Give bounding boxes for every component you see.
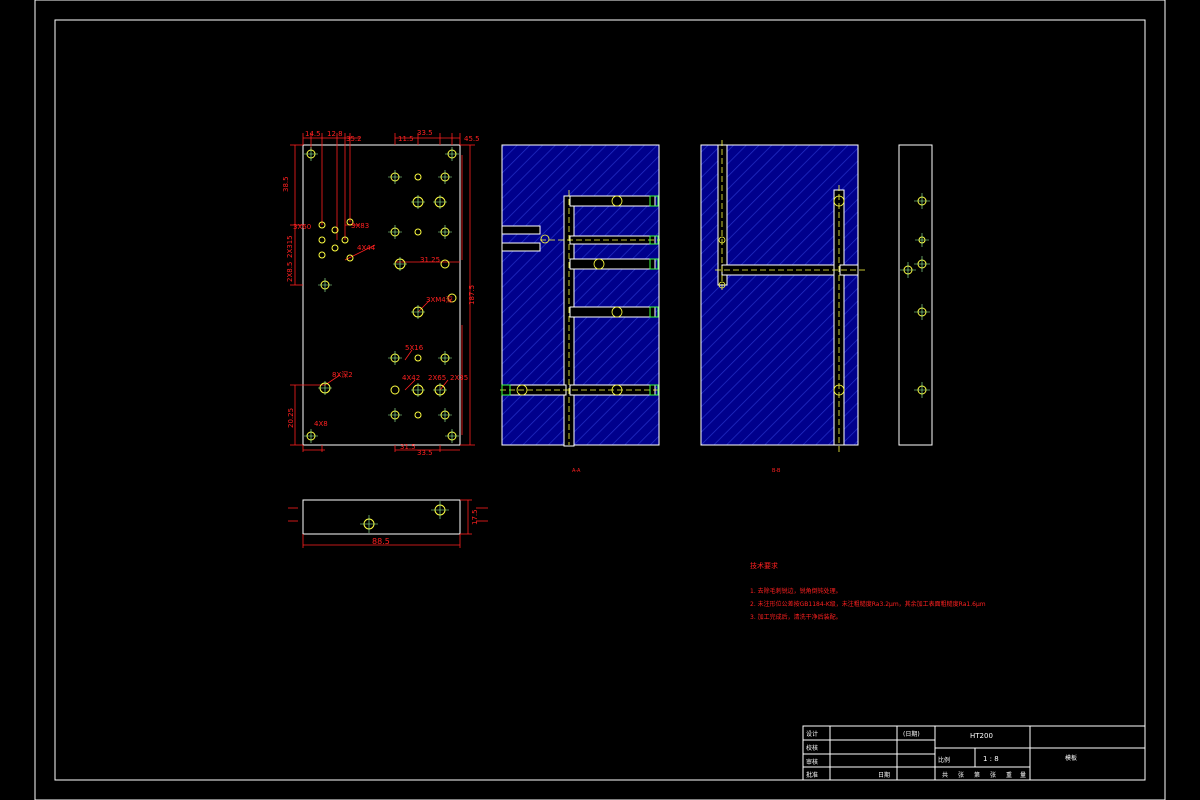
front-view-holes <box>306 149 457 441</box>
technical-notes: 技术要求 1. 去除毛刺锐边，锐角倒钝处理。 2. 未注形位公差按GB1184-… <box>750 561 986 621</box>
front-view-outline <box>302 144 461 446</box>
dim-text-12: 4X44 <box>357 244 376 252</box>
dim-text-1: 14.5 <box>305 130 321 138</box>
dim-text-5: 11.5 <box>398 135 414 143</box>
bottom-side-view: 88.5 17.5 <box>288 499 488 548</box>
tb-part-name: 模板 <box>1065 754 1077 762</box>
section-view-b: B-B <box>700 140 865 474</box>
dim-text-21: 20.25 <box>287 408 295 428</box>
title-block: 设计 校核 审核 批准 (日期) 日期 HT200 比例 1 : 8 模板 共 … <box>802 725 1146 781</box>
dim-text-6: 45.5 <box>464 135 480 143</box>
section-view-a: A-A <box>500 144 660 474</box>
tb-scale-label: 比例 <box>938 756 950 764</box>
dim-text-11: 3X83 <box>351 222 369 230</box>
notes-heading: 技术要求 <box>750 561 778 570</box>
dim-text-18: 4X42 <box>402 374 420 382</box>
front-view-dimension-texts: 14.5 12.8 35.2 33.5 11.5 45.5 38.5 3X60 … <box>282 129 480 457</box>
tb-bottom-3: 第 <box>974 771 980 779</box>
section-a-label: A-A <box>572 468 581 474</box>
section-b-label: B-B <box>772 468 781 474</box>
tb-reviewer-label: 审核 <box>806 758 818 766</box>
cad-drawing-canvas: 14.5 12.8 35.2 33.5 11.5 45.5 38.5 3X60 … <box>34 0 1166 800</box>
tb-date-label-2: 日期 <box>878 771 890 779</box>
dim-text-22: 4X8 <box>314 420 328 428</box>
dim-text-9: 2X315 <box>286 235 294 258</box>
dim-text-2: 12.8 <box>327 130 343 138</box>
notes-line-3: 3. 加工完成后，清洗干净后装配。 <box>750 613 842 621</box>
dim-text-14: 187.5 <box>468 285 476 305</box>
tb-designer-label: 设计 <box>806 730 818 738</box>
front-view: 14.5 12.8 35.2 33.5 11.5 45.5 38.5 3X60 … <box>282 129 480 457</box>
dim-text-10: 2X8.5 <box>286 262 294 282</box>
side-view-outline <box>302 499 461 535</box>
dim-text-13: 31.25 <box>420 256 440 264</box>
dim-text-16: 5X16 <box>405 344 424 352</box>
tb-approver-label: 批准 <box>806 771 818 779</box>
notes-line-1: 1. 去除毛刺锐边，锐角倒钝处理。 <box>750 587 842 595</box>
dim-text-17: 8X深2 <box>332 370 353 379</box>
dim-text-20: 2X35 <box>450 374 468 382</box>
tb-scale-value: 1 : 8 <box>983 755 999 763</box>
side-height-dim: 17.5 <box>471 509 479 525</box>
tb-bottom-2: 张 <box>958 771 964 779</box>
dim-text-8: 3X60 <box>293 223 311 231</box>
tb-bottom-4: 张 <box>990 771 996 779</box>
dim-text-19: 2X65 <box>428 374 446 382</box>
front-view-centerlines <box>304 147 459 443</box>
notes-line-2: 2. 未注形位公差按GB1184-K级，未注粗糙度Ra3.2μm，其余加工表面粗… <box>750 600 986 608</box>
dim-text-3: 35.2 <box>346 135 362 143</box>
tb-bottom-5: 重 <box>1006 771 1012 779</box>
dim-text-24: 33.5 <box>417 449 433 457</box>
tb-bottom-1: 共 <box>942 771 948 779</box>
section-a-outline <box>501 144 660 446</box>
dim-text-4: 33.5 <box>417 129 433 137</box>
side-width-dim: 88.5 <box>372 537 390 546</box>
right-edge-view <box>898 144 933 446</box>
dim-text-23: 31.5 <box>400 443 416 451</box>
tb-material: HT200 <box>970 732 993 740</box>
tb-checker-label: 校核 <box>806 744 818 752</box>
tb-date-label: (日期) <box>903 730 920 738</box>
dim-text-7: 38.5 <box>282 176 290 192</box>
right-view-outline <box>898 144 933 446</box>
dim-text-15: 3XM4深 <box>426 295 453 304</box>
tb-bottom-6: 量 <box>1020 772 1026 779</box>
